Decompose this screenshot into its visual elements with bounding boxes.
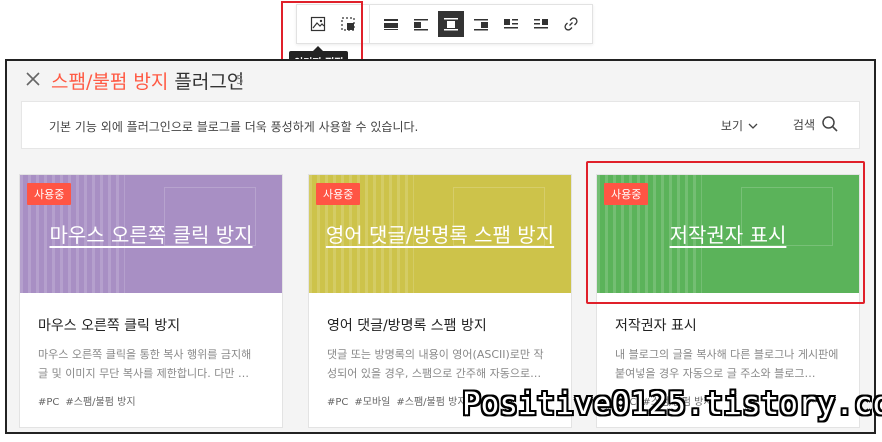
search-button[interactable]: 검색: [793, 115, 839, 133]
tag: #스팸/불펌 방지: [396, 397, 467, 408]
close-icon[interactable]: [25, 71, 41, 87]
tag: #PC: [38, 397, 60, 408]
card-thumbnail: 사용중 영어 댓글/방명록 스팸 방지: [309, 175, 571, 293]
plugin-name: 마우스 오른쪽 클릭 방지: [38, 318, 181, 334]
align-center-button[interactable]: [438, 11, 464, 37]
panel-header: 스팸/불펌 방지 플러그인 5: [7, 61, 874, 99]
panel-title-rest: 플러그인: [168, 71, 245, 93]
align-tools-group: [369, 5, 592, 43]
info-bar: 기본 기능 외에 플러그인으로 블로그를 더욱 풍성하게 사용할 수 있습니다.…: [21, 101, 860, 149]
link-icon: [564, 17, 578, 31]
align-right-button[interactable]: [468, 11, 494, 37]
align-left-icon: [414, 19, 428, 31]
view-dropdown[interactable]: 보기: [721, 117, 759, 134]
align-full-button[interactable]: [378, 11, 404, 37]
card-thumbnail: 사용중 마우스 오른쪽 클릭 방지: [20, 175, 282, 293]
float-right-button[interactable]: [528, 11, 554, 37]
float-right-icon: [534, 19, 548, 29]
watermark-text: Positive0125.tistory.com: [462, 386, 882, 422]
plugin-description: 내 블로그의 글을 복사해 다른 블로그나 게시판에 붙여넣을 경우 자동으로 …: [615, 348, 839, 380]
status-badge: 사용중: [27, 183, 72, 205]
plugin-description: 댓글 또는 방명록의 내용이 영어(ASCII)로만 작성되어 있을 경우, 스…: [327, 348, 544, 380]
plugin-description: 마우스 오른쪽 클릭을 통한 복사 행위를 금지해 글 및 이미지 무단 복사를…: [38, 348, 252, 380]
thumbnail-title: 영어 댓글/방명록 스팸 방지: [325, 223, 555, 247]
search-label: 검색: [792, 117, 815, 132]
align-full-icon: [384, 19, 398, 30]
float-left-icon: [504, 19, 518, 29]
align-left-button[interactable]: [408, 11, 434, 37]
thumbnail-title: 마우스 오른쪽 클릭 방지: [49, 223, 253, 247]
highlight-box-card: [586, 161, 865, 304]
plugin-name: 저작권자 표시: [615, 318, 697, 334]
tag: #스팸/불펌 방지: [65, 397, 136, 408]
chevron-down-icon: [748, 123, 758, 129]
card-body: 마우스 오른쪽 클릭 방지 마우스 오른쪽 클릭을 통한 복사 행위를 금지해 …: [20, 293, 282, 408]
plugin-card[interactable]: 사용중 마우스 오른쪽 클릭 방지 마우스 오른쪽 클릭 방지 마우스 오른쪽 …: [19, 174, 283, 428]
align-center-icon: [444, 18, 458, 31]
link-button[interactable]: [558, 11, 584, 37]
plugin-name: 영어 댓글/방명록 스팸 방지: [327, 318, 487, 334]
plugin-count: 5: [236, 73, 244, 87]
tag: #모바일: [354, 397, 391, 408]
panel-title: 스팸/불펌 방지 플러그인: [51, 67, 244, 94]
info-text: 기본 기능 외에 플러그인으로 블로그를 더욱 풍성하게 사용할 수 있습니다.: [49, 120, 419, 134]
view-label: 보기: [720, 119, 743, 133]
panel-title-accent: 스팸/불펌 방지: [51, 71, 169, 93]
align-right-icon: [474, 19, 488, 31]
float-left-button[interactable]: [498, 11, 524, 37]
search-icon: [822, 116, 838, 132]
plugin-tags: #PC #스팸/불펌 방지: [38, 393, 264, 408]
status-badge: 사용중: [316, 183, 361, 205]
tag: #PC: [327, 397, 349, 408]
